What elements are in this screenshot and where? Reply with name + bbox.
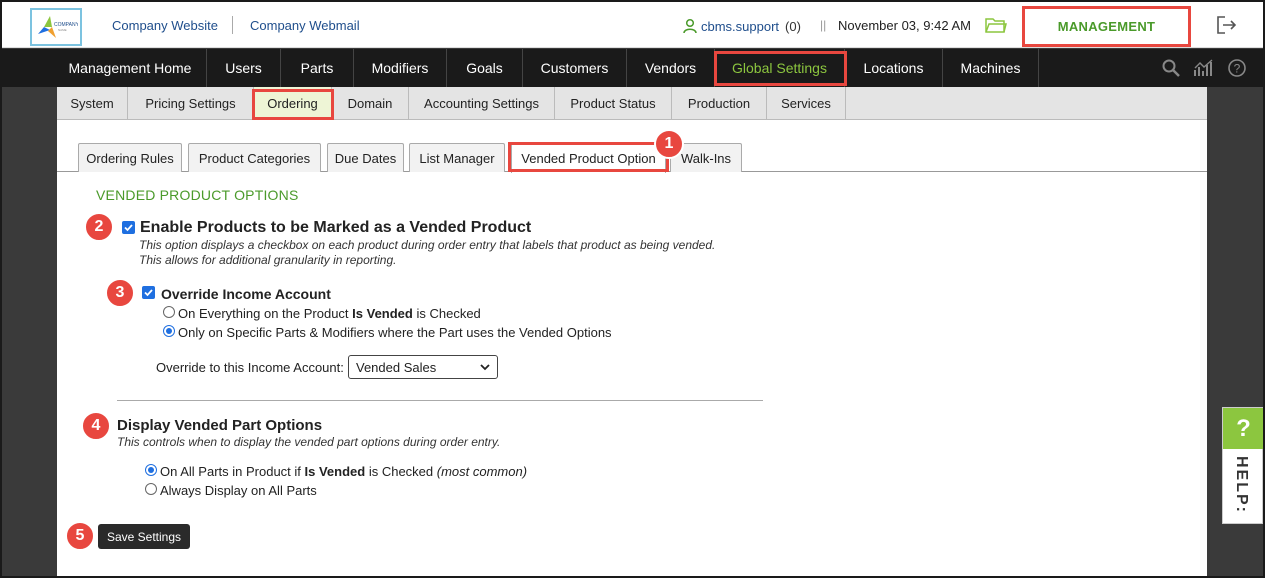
nav-vendors[interactable]: Vendors [627,49,715,87]
override-income-label: Override Income Account [161,286,331,302]
help-label: HELP: [1233,456,1250,514]
step-badge-1: 1 [654,129,684,159]
global-settings-highlight [714,51,847,86]
nav-machines[interactable]: Machines [943,49,1039,87]
override-everything-label: On Everything on the Product Is Vended i… [178,306,481,321]
subnav-pricing-settings[interactable]: Pricing Settings [128,87,254,120]
section-title: VENDED PRODUCT OPTIONS [96,187,299,203]
income-account-select[interactable]: Vended Sales [348,355,498,379]
tab-due-dates[interactable]: Due Dates [327,143,404,172]
tab-list-manager[interactable]: List Manager [409,143,505,172]
user-count: (0) [785,18,801,34]
subnav-product-status[interactable]: Product Status [555,87,672,120]
subnav-production[interactable]: Production [672,87,767,120]
step-badge-2: 2 [84,212,114,242]
subnav-accounting-settings[interactable]: Accounting Settings [409,87,555,120]
override-income-checkbox[interactable] [142,286,155,299]
tab-ordering-rules[interactable]: Ordering Rules [78,143,182,172]
override-everything-radio[interactable] [163,306,175,318]
nav-modifiers[interactable]: Modifiers [354,49,447,87]
main-nav: Management Home Users Parts Modifiers Go… [2,49,1263,87]
enable-vended-desc-2: This allows for additional granularity i… [139,253,397,267]
step-badge-4: 4 [81,411,111,441]
help-question-icon: ? [1223,408,1263,449]
override-specific-label: Only on Specific Parts & Modifiers where… [178,325,612,340]
top-bar: COMPANY NAME Company Website Company Web… [2,2,1263,48]
save-settings-button[interactable]: Save Settings [98,524,190,549]
top-divider [232,16,233,34]
svg-text:NAME: NAME [58,28,67,32]
subnav-services[interactable]: Services [767,87,846,120]
nav-tools: ? [1161,58,1247,78]
display-vended-label: Display Vended Part Options [117,417,323,434]
display-always-radio[interactable] [145,483,157,495]
tab-product-categories[interactable]: Product Categories [188,143,321,172]
enable-vended-desc-1: This option displays a checkbox on each … [139,238,716,252]
nav-users[interactable]: Users [207,49,281,87]
subnav-domain[interactable]: Domain [332,87,409,120]
step-badge-5: 5 [65,521,95,551]
subnav-system[interactable]: System [57,87,128,120]
override-specific-radio[interactable] [163,325,175,337]
user-name: cbms.support [701,18,780,34]
nav-locations[interactable]: Locations [845,49,943,87]
income-account-label: Override to this Income Account: [156,360,344,375]
nav-parts[interactable]: Parts [281,49,354,87]
nav-goals[interactable]: Goals [447,49,523,87]
display-all-parts-label: On All Parts in Product if Is Vended is … [160,464,528,479]
display-always-label: Always Display on All Parts [160,483,317,498]
logout-icon[interactable] [1216,15,1238,40]
app-window: COMPANY NAME Company Website Company Web… [0,0,1265,578]
top-divider-double: || [820,18,827,32]
user-menu[interactable]: cbms.support (0) [682,18,801,34]
chevron-down-icon [480,364,490,371]
nav-customers[interactable]: Customers [523,49,627,87]
help-widget[interactable]: ? HELP: [1222,407,1263,524]
company-logo[interactable]: COMPANY NAME [30,8,82,46]
folder-icon[interactable] [985,16,1007,39]
analytics-icon[interactable] [1193,58,1215,78]
ordering-highlight [252,89,334,120]
income-account-value: Vended Sales [356,359,437,375]
sub-nav: System Pricing Settings Ordering Domain … [57,87,1207,120]
current-datetime: November 03, 9:42 AM [838,18,971,33]
company-website-link[interactable]: Company Website [112,18,218,33]
management-button[interactable]: MANAGEMENT [1022,6,1191,47]
section-divider [117,400,763,401]
display-all-parts-radio[interactable] [145,464,157,476]
content-panel: System Pricing Settings Ordering Domain … [57,87,1207,576]
vended-tab-highlight [508,142,669,172]
svg-text:?: ? [1234,62,1241,76]
display-vended-desc: This controls when to display the vended… [117,435,501,449]
help-circle-icon[interactable]: ? [1227,58,1247,78]
step-badge-3: 3 [105,278,135,308]
search-icon[interactable] [1161,58,1181,78]
enable-vended-checkbox[interactable] [122,221,135,234]
nav-management-home[interactable]: Management Home [54,49,207,87]
user-icon [683,18,697,34]
company-webmail-link[interactable]: Company Webmail [250,18,360,33]
enable-vended-label: Enable Products to be Marked as a Vended… [140,219,532,236]
